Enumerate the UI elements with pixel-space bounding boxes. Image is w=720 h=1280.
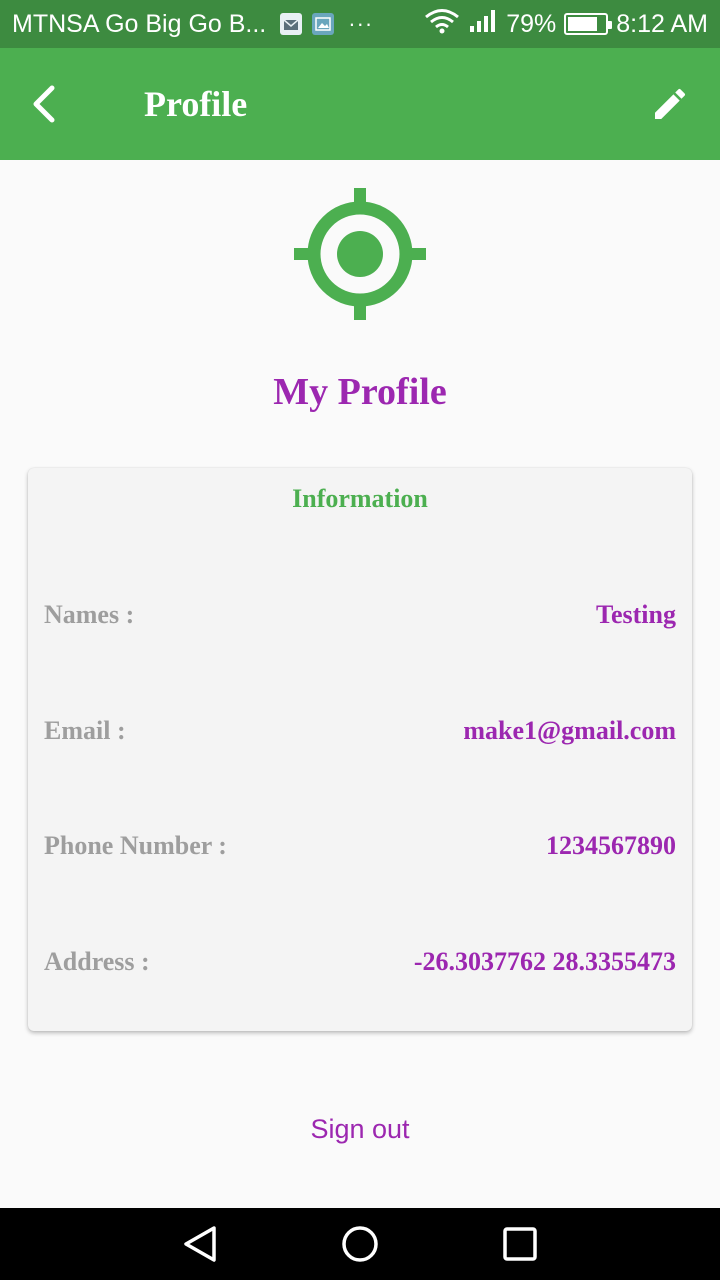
address-label: Address : — [44, 947, 150, 976]
back-arrow-icon — [33, 85, 55, 123]
pencil-icon — [655, 88, 686, 119]
phone-row: Phone Number : 1234567890 — [44, 826, 676, 866]
home-circle-icon — [342, 1226, 378, 1262]
address-row: Address : -26.3037762 28.3355473 — [44, 942, 676, 982]
page-title: My Profile — [273, 371, 447, 413]
app-bar-title: Profile — [144, 84, 248, 124]
phone-label: Phone Number : — [44, 831, 227, 860]
image-notification-icon — [312, 13, 335, 35]
back-triangle-icon — [184, 1226, 216, 1262]
nav-back-button[interactable] — [160, 1208, 240, 1280]
nav-home-button[interactable] — [320, 1208, 400, 1280]
clock: 8:12 AM — [616, 9, 708, 38]
mail-notification-icon — [280, 13, 303, 35]
more-notifications-icon: ··· — [348, 11, 374, 36]
notification-icons: ··· — [280, 11, 373, 37]
carrier-name: MTNSA Go Big Go B... — [12, 9, 267, 38]
email-label: Email : — [44, 716, 126, 745]
sign-out-button[interactable]: Sign out — [260, 1104, 460, 1154]
signal-icon — [468, 8, 498, 41]
wifi-icon — [424, 8, 460, 41]
recents-square-icon — [503, 1227, 537, 1261]
nav-recents-button[interactable] — [480, 1208, 560, 1280]
battery-percent: 79% — [506, 9, 557, 38]
names-row: Names : Testing — [44, 595, 676, 635]
back-button[interactable] — [0, 48, 88, 160]
information-card: Information Names : Testing Email : make… — [28, 468, 692, 1031]
location-target-icon — [294, 188, 426, 320]
battery-icon — [564, 13, 613, 35]
phone-value: 1234567890 — [546, 831, 676, 860]
system-nav-bar — [0, 1208, 720, 1280]
address-value: -26.3037762 28.3355473 — [413, 947, 676, 976]
edit-button[interactable] — [640, 76, 700, 132]
names-label: Names : — [44, 600, 135, 629]
status-bar: MTNSA Go Big Go B... ··· 79% 8:12 AM — [0, 0, 720, 48]
names-value: Testing — [596, 600, 676, 629]
email-value: make1@gmail.com — [463, 716, 676, 745]
card-heading: Information — [292, 484, 428, 513]
email-row: Email : make1@gmail.com — [44, 711, 676, 751]
app-bar: Profile — [0, 48, 720, 160]
battery-fill — [568, 17, 597, 31]
